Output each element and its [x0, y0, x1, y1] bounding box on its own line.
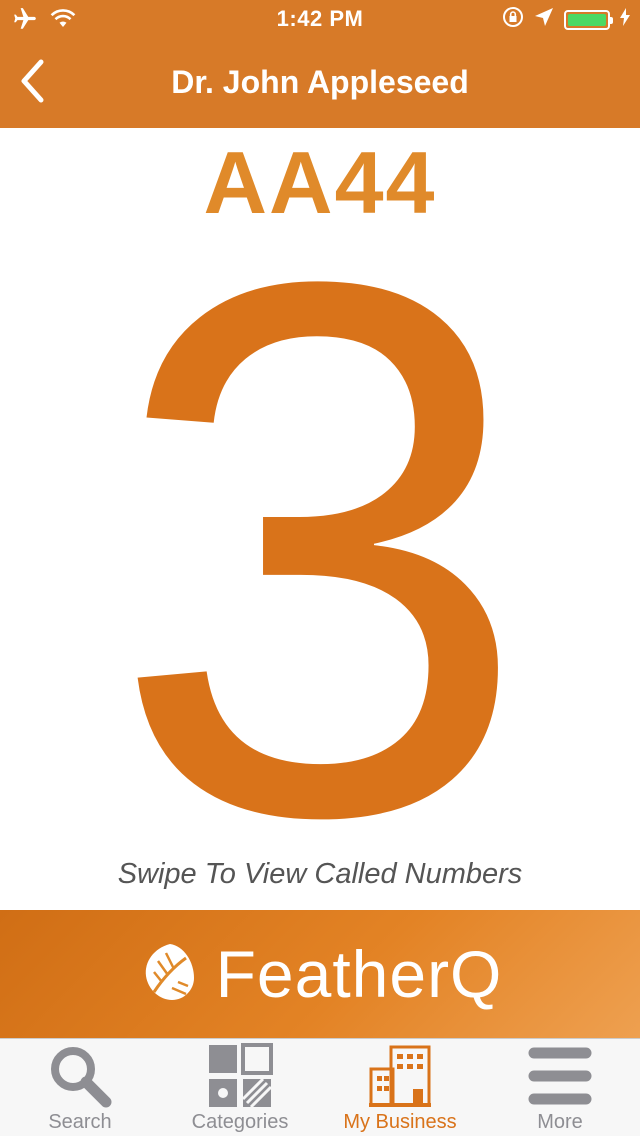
categories-icon	[207, 1043, 273, 1109]
tab-search[interactable]: Search	[0, 1039, 160, 1136]
tab-label: Search	[48, 1111, 112, 1133]
page-title: Dr. John Appleseed	[171, 64, 469, 100]
brand-name: FeatherQ	[215, 937, 503, 1011]
charging-bolt-icon	[620, 8, 630, 31]
tab-bar: Search Categories My Business More	[0, 1038, 640, 1136]
top-bar: 1:42 PM Dr. John Appleseed	[0, 0, 640, 128]
search-icon	[47, 1043, 113, 1109]
menu-icon	[527, 1043, 593, 1109]
tab-label: My Business	[343, 1111, 457, 1133]
location-arrow-icon	[534, 7, 554, 32]
tab-categories[interactable]: Categories	[160, 1039, 320, 1136]
ticket-number[interactable]: 3	[0, 170, 640, 930]
building-icon	[367, 1043, 433, 1109]
tab-my-business[interactable]: My Business	[320, 1039, 480, 1136]
battery-level	[568, 13, 606, 26]
navigation-bar: Dr. John Appleseed	[0, 40, 640, 128]
status-right	[502, 6, 630, 33]
tab-more[interactable]: More	[480, 1039, 640, 1136]
brand-banner: FeatherQ	[0, 910, 640, 1038]
rotation-lock-icon	[502, 6, 524, 33]
status-bar: 1:42 PM	[0, 0, 640, 40]
tab-label: More	[537, 1111, 583, 1133]
battery-icon	[564, 9, 613, 30]
swipe-hint: Swipe To View Called Numbers	[117, 858, 523, 890]
tab-label: Categories	[191, 1111, 289, 1133]
feather-icon	[138, 940, 202, 1009]
